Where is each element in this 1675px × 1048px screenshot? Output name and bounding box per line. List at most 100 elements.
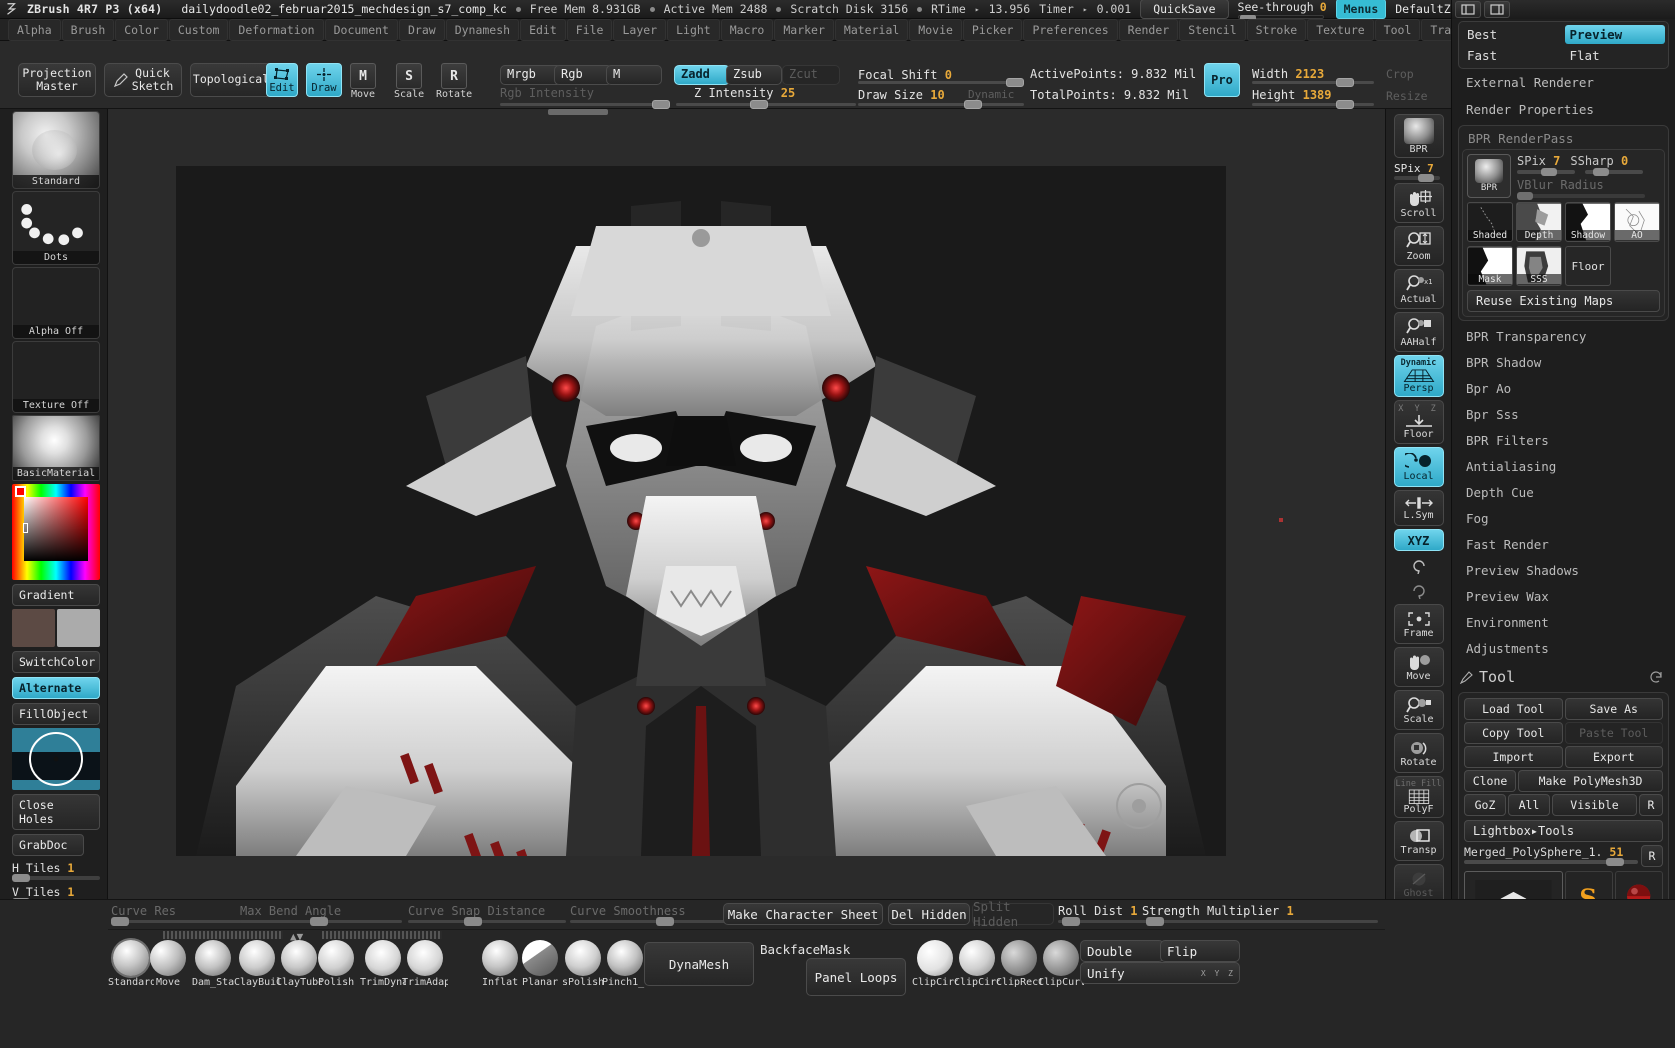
brush-clipcurve[interactable]: ClipCurve — [1038, 940, 1084, 988]
see-through-control[interactable]: See-through 0 — [1237, 0, 1327, 21]
fill-object-button[interactable]: FillObject — [12, 703, 100, 725]
grabdoc-button[interactable]: GrabDoc — [12, 834, 84, 856]
current-stroke-swatch[interactable]: Dots — [12, 191, 100, 265]
brush-trimdynamic[interactable]: TrimDyna — [360, 940, 406, 988]
map-sss[interactable]: SSS — [1516, 246, 1562, 286]
draw-size-slider[interactable] — [858, 100, 1024, 109]
polyframe-button[interactable]: Line Fill PolyF — [1393, 776, 1444, 818]
rotate-gizmo-button[interactable]: Rotate — [1393, 733, 1444, 773]
menu-item-alpha[interactable]: Alpha — [8, 18, 61, 41]
render-fast-button[interactable]: Fast — [1462, 46, 1563, 65]
menu-item-layer[interactable]: Layer — [613, 18, 667, 41]
menu-item-texture[interactable]: Texture — [1307, 18, 1374, 41]
menu-bpr-filters[interactable]: BPR Filters — [1452, 427, 1675, 453]
scale-gizmo-button[interactable]: Scale — [1393, 690, 1444, 730]
brush-clipcirclecenter[interactable]: ClipCircleC — [954, 940, 1000, 988]
transparency-button[interactable]: Transp — [1393, 821, 1444, 861]
edit-mode-button[interactable]: Edit — [266, 63, 298, 97]
brush-dam-standard[interactable]: Dam_Sta — [192, 940, 234, 988]
height-slider[interactable] — [1252, 100, 1374, 109]
document-background-preview[interactable] — [12, 728, 100, 790]
projection-master-button[interactable]: Projection Master — [18, 63, 96, 97]
make-character-sheet-button[interactable]: Make Character Sheet — [723, 903, 883, 925]
strength-multiplier-slider[interactable] — [1142, 917, 1378, 926]
panel-expand-icon[interactable] — [1484, 1, 1510, 18]
menu-depth-cue[interactable]: Depth Cue — [1452, 479, 1675, 505]
current-tool-slider[interactable]: Merged_PolySphere_1. 51 — [1464, 845, 1638, 866]
current-brush-swatch[interactable]: Standard — [12, 111, 100, 189]
menu-item-material[interactable]: Material — [834, 18, 909, 41]
spix-slider[interactable] — [1394, 174, 1440, 182]
brush-claybuildup[interactable]: ClayBuildu — [234, 940, 280, 988]
lightbox-tools-button[interactable]: Lightbox▸Tools — [1464, 820, 1663, 842]
alternate-button[interactable]: Alternate — [12, 677, 100, 699]
menu-item-stroke[interactable]: Stroke — [1246, 18, 1307, 41]
switch-color-button[interactable]: SwitchColor — [12, 651, 100, 673]
m-button[interactable]: M — [606, 65, 662, 85]
all-button[interactable]: All — [1508, 794, 1550, 816]
topological-button[interactable]: Topological — [190, 63, 272, 97]
aahalf-button[interactable]: AAHalf — [1393, 312, 1444, 352]
draw-mode-button[interactable]: Draw — [306, 63, 342, 97]
pro-button[interactable]: Pro — [1204, 63, 1240, 97]
menu-item-draw[interactable]: Draw — [398, 18, 445, 41]
unify-button[interactable]: Unify X Y Z — [1080, 962, 1240, 984]
menu-item-light[interactable]: Light — [667, 18, 720, 41]
brush-standard[interactable]: Standard — [108, 940, 154, 988]
menu-item-stencil[interactable]: Stencil — [1179, 18, 1246, 41]
scale-mode-button[interactable]: S Scale — [394, 63, 424, 100]
quicksave-button[interactable]: QuickSave — [1140, 0, 1229, 19]
zcut-button[interactable]: Zcut — [782, 65, 840, 85]
document-viewport[interactable] — [176, 166, 1226, 856]
curve-smoothness-slider[interactable] — [570, 917, 732, 926]
make-polymesh3d-button[interactable]: Make PolyMesh3D — [1518, 770, 1663, 792]
xyz-button[interactable]: XYZ — [1393, 529, 1444, 551]
menu-fog[interactable]: Fog — [1452, 505, 1675, 531]
quick-sketch-button[interactable]: Quick Sketch — [104, 63, 182, 97]
brush-cliprect[interactable]: ClipRect — [996, 940, 1042, 988]
shelf-grip-right[interactable] — [322, 931, 442, 939]
current-texture-swatch[interactable]: Texture Off — [12, 341, 100, 413]
brush-polish[interactable]: Polish — [318, 940, 354, 988]
split-hidden-button[interactable]: Split Hidden — [972, 899, 1054, 929]
h-tiles-slider[interactable] — [12, 874, 100, 882]
focal-shift-slider[interactable] — [858, 78, 1024, 87]
brush-planar[interactable]: Planar — [522, 940, 558, 988]
zadd-button[interactable]: Zadd — [674, 65, 730, 85]
map-shaded[interactable]: Shaded — [1467, 202, 1513, 242]
menu-item-marker[interactable]: Marker — [774, 18, 834, 41]
menu-antialiasing[interactable]: Antialiasing — [1452, 453, 1675, 479]
local-transform-button[interactable]: Local — [1393, 447, 1444, 487]
save-as-button[interactable]: Save As — [1564, 698, 1663, 720]
scroll-button[interactable]: Scroll — [1393, 183, 1444, 223]
menu-item-edit[interactable]: Edit — [520, 18, 566, 41]
menu-item-render[interactable]: Render — [1118, 18, 1179, 41]
see-through-slider[interactable] — [1237, 14, 1324, 21]
bpr-render-button[interactable]: BPR — [1393, 114, 1444, 158]
width-slider[interactable] — [1252, 78, 1374, 87]
menu-item-movie[interactable]: Movie — [909, 18, 962, 41]
panel-ssharp-slider[interactable] — [1585, 168, 1643, 176]
local-symmetry-button[interactable]: L.Sym — [1393, 490, 1444, 526]
external-renderer-item[interactable]: External Renderer — [1452, 69, 1675, 96]
brush-trimadaptive[interactable]: TrimAdap — [402, 940, 448, 988]
mrgb-button[interactable]: Mrgb — [500, 65, 562, 85]
rotate-ccw-button[interactable] — [1394, 554, 1444, 576]
dynamesh-button[interactable]: DynaMesh — [644, 942, 754, 986]
panel-layout-icon[interactable] — [1455, 1, 1481, 18]
frame-button[interactable]: Frame — [1393, 604, 1444, 644]
gradient-button[interactable]: Gradient — [12, 584, 100, 606]
goz-r-button[interactable]: R — [1639, 794, 1663, 816]
color-picker[interactable] — [12, 484, 100, 580]
import-button[interactable]: Import — [1464, 746, 1563, 768]
menu-bpr-transparency[interactable]: BPR Transparency — [1452, 323, 1675, 349]
menu-item-preferences[interactable]: Preferences — [1023, 18, 1118, 41]
close-holes-button[interactable]: Close Holes — [12, 794, 100, 830]
actual-size-button[interactable]: x1 Actual — [1393, 269, 1444, 309]
reuse-existing-maps-button[interactable]: Reuse Existing Maps — [1467, 290, 1660, 312]
menu-item-color[interactable]: Color — [115, 18, 168, 41]
ghost-button[interactable]: Ghost — [1393, 864, 1444, 904]
double-button[interactable]: Double — [1080, 940, 1164, 962]
paste-tool-button[interactable]: Paste Tool — [1564, 722, 1663, 744]
menu-bpr-ao[interactable]: Bpr Ao — [1452, 375, 1675, 401]
